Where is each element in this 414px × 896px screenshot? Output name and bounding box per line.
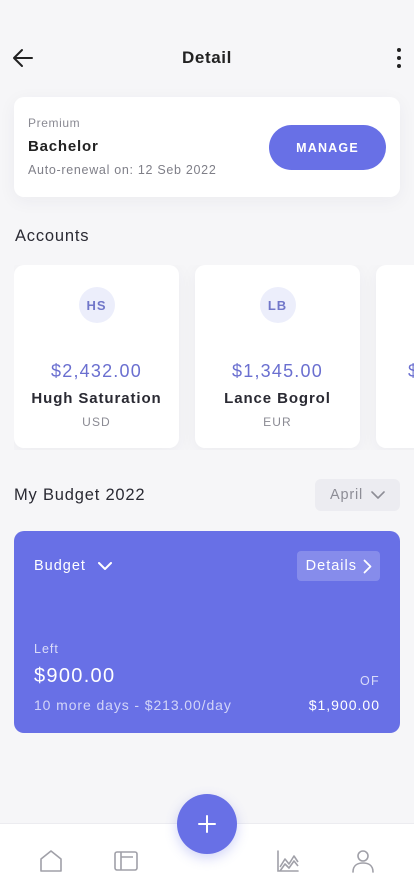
budget-title: My Budget 2022 bbox=[14, 486, 146, 504]
account-currency: USD bbox=[82, 415, 111, 429]
add-icon bbox=[198, 815, 216, 833]
subscription-tier: Premium bbox=[28, 116, 81, 130]
month-select-value: April bbox=[329, 487, 363, 503]
more-vertical-icon[interactable] bbox=[394, 45, 404, 71]
daily-rate: 10 more days - $213.00/day bbox=[34, 697, 232, 713]
budget-dropdown[interactable]: Budget bbox=[34, 558, 112, 574]
chevron-down-icon bbox=[371, 490, 385, 499]
account-card[interactable]: $ bbox=[376, 265, 414, 448]
avatar: LB bbox=[259, 287, 296, 323]
chevron-right-icon bbox=[363, 559, 372, 573]
budget-total: $1,900.00 bbox=[308, 697, 380, 713]
profile-icon[interactable] bbox=[350, 848, 376, 874]
add-button[interactable] bbox=[177, 794, 237, 854]
account-currency: EUR bbox=[263, 415, 292, 429]
subscription-renewal: Auto-renewal on: 12 Seb 2022 bbox=[28, 163, 217, 177]
account-card[interactable]: LB $1,345.00 Lance Bogrol EUR bbox=[195, 265, 360, 448]
home-icon[interactable] bbox=[38, 848, 64, 874]
account-amount: $2,432.00 bbox=[51, 361, 142, 381]
detail-screen: Detail Premium Bachelor Auto-renewal on:… bbox=[0, 0, 414, 896]
account-name: Lance Bogrol bbox=[224, 390, 331, 407]
account-amount: $1,345.00 bbox=[232, 361, 323, 381]
budget-dropdown-label: Budget bbox=[34, 558, 86, 574]
left-label: Left bbox=[34, 642, 59, 656]
left-amount: $900.00 bbox=[34, 665, 116, 687]
accounts-carousel[interactable]: HS $2,432.00 Hugh Saturation USD LB $1,3… bbox=[14, 265, 414, 450]
avatar: HS bbox=[78, 287, 115, 323]
page-title: Detail bbox=[182, 48, 232, 67]
subscription-card: Premium Bachelor Auto-renewal on: 12 Seb… bbox=[14, 97, 400, 197]
accounts-title: Accounts bbox=[15, 227, 90, 245]
details-button[interactable]: Details bbox=[296, 551, 380, 581]
header: Detail bbox=[0, 0, 414, 110]
chevron-down-icon bbox=[97, 561, 112, 570]
details-label: Details bbox=[305, 558, 357, 574]
subscription-plan: Bachelor bbox=[28, 138, 99, 155]
of-label: OF bbox=[360, 674, 380, 688]
month-select[interactable]: April bbox=[315, 479, 400, 511]
manage-button[interactable]: MANAGE bbox=[269, 125, 386, 170]
account-card[interactable]: HS $2,432.00 Hugh Saturation USD bbox=[14, 265, 179, 448]
chart-icon[interactable] bbox=[275, 848, 301, 874]
account-name: Hugh Saturation bbox=[31, 390, 162, 407]
wallet-icon[interactable] bbox=[113, 848, 139, 874]
account-amount: $ bbox=[376, 361, 414, 382]
budget-card: Budget Details Left $900.00 10 more days… bbox=[14, 531, 400, 733]
